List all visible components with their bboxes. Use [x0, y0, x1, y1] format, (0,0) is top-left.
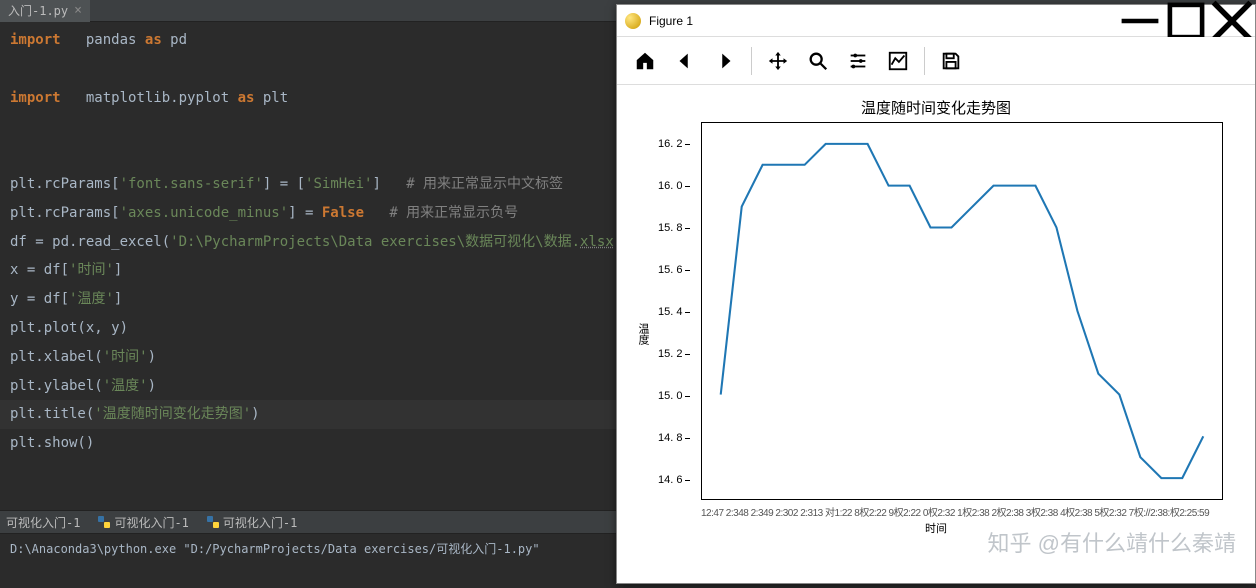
separator	[924, 47, 925, 75]
x-ticks: 12:47 2:348 2:349 2:302 2:313 对1:22 8权2:…	[701, 504, 1223, 518]
zoom-icon[interactable]	[798, 41, 838, 81]
home-icon[interactable]	[625, 41, 665, 81]
back-icon[interactable]	[665, 41, 705, 81]
x-axis-label: 时间	[629, 520, 1243, 536]
close-icon[interactable]: ×	[74, 3, 82, 18]
maximize-button[interactable]	[1163, 5, 1209, 37]
run-tab[interactable]: 可视化入门-1	[207, 514, 297, 531]
separator	[751, 47, 752, 75]
python-icon	[207, 516, 219, 528]
window-title: Figure 1	[649, 14, 1117, 28]
axes: 14. 614. 815. 015. 215. 415. 615. 816. 0…	[701, 122, 1223, 500]
figure-toolbar	[617, 37, 1255, 85]
tab-label: 入门-1.py	[8, 2, 68, 19]
close-button[interactable]	[1209, 5, 1255, 37]
minimize-button[interactable]	[1117, 5, 1163, 37]
python-icon	[98, 516, 110, 528]
editor-tab[interactable]: 入门-1.py ×	[0, 0, 90, 22]
run-tab[interactable]: 可视化入门-1	[98, 514, 188, 531]
plot-area: 温度随时间变化走势图 温度 14. 614. 815. 015. 215. 41…	[617, 85, 1255, 583]
line-series	[721, 144, 1204, 478]
y-axis-label: 温度	[635, 323, 651, 345]
app-icon	[625, 13, 641, 29]
forward-icon[interactable]	[705, 41, 745, 81]
save-icon[interactable]	[931, 41, 971, 81]
pan-icon[interactable]	[758, 41, 798, 81]
figure-window: Figure 1 温度随时间变化走势图 温度 14. 614. 815. 015…	[616, 4, 1256, 584]
chart-title: 温度随时间变化走势图	[629, 97, 1243, 118]
configure-icon[interactable]	[838, 41, 878, 81]
subplots-icon[interactable]	[878, 41, 918, 81]
titlebar[interactable]: Figure 1	[617, 5, 1255, 37]
run-tab[interactable]: 可视化入门-1	[6, 514, 80, 531]
